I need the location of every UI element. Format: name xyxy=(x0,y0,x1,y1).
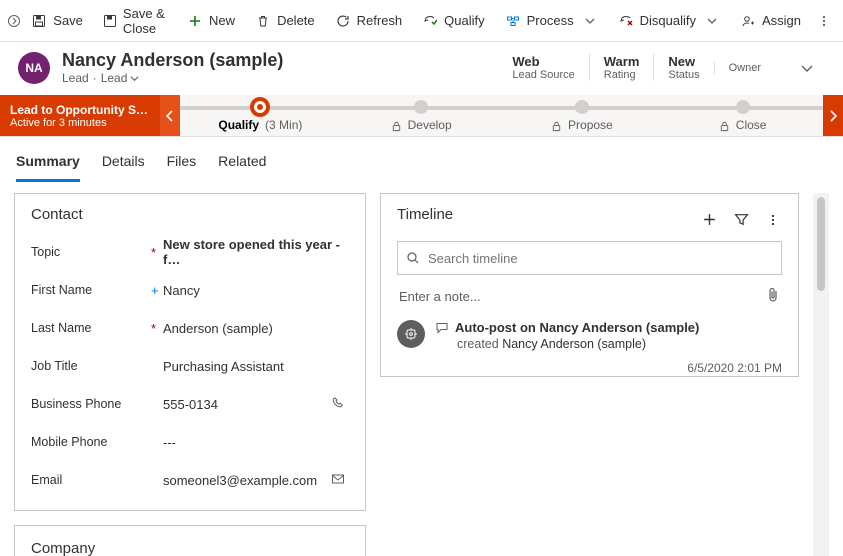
timeline-section: Timeline Enter a note... Auto-post on Na… xyxy=(380,193,799,377)
timeline-filter-button[interactable] xyxy=(732,211,750,229)
overflow-button[interactable] xyxy=(811,8,837,34)
mail-icon[interactable] xyxy=(331,472,349,489)
phone-icon[interactable] xyxy=(331,396,349,413)
record-subtitle: Lead · Lead xyxy=(62,71,283,85)
form-body: Contact Topic * New store opened this ye… xyxy=(0,183,843,556)
field-mobile-phone[interactable]: Mobile Phone --- xyxy=(31,423,349,461)
header-stats: WebLead Source WarmRating NewStatus Owne… xyxy=(498,54,775,81)
tab-related[interactable]: Related xyxy=(218,147,266,182)
chevron-down-icon xyxy=(704,13,720,29)
command-bar: Save Save & Close New Delete Refresh Qua… xyxy=(0,0,843,42)
refresh-icon xyxy=(335,13,351,29)
save-label: Save xyxy=(53,13,83,28)
assign-icon xyxy=(740,13,756,29)
timeline-item-title: Auto-post on Nancy Anderson (sample) xyxy=(455,320,699,335)
form-selector[interactable]: Lead xyxy=(101,71,140,85)
new-label: New xyxy=(209,13,235,28)
disqualify-button[interactable]: Disqualify xyxy=(608,7,730,35)
header-expand-button[interactable] xyxy=(787,61,827,75)
scrollbar-thumb[interactable] xyxy=(817,197,825,291)
tab-files[interactable]: Files xyxy=(167,147,197,182)
field-job-title[interactable]: Job Title Purchasing Assistant xyxy=(31,347,349,385)
stat-lead-source: WebLead Source xyxy=(498,54,588,81)
save-close-button[interactable]: Save & Close xyxy=(93,0,177,42)
form-tabs: Summary Details Files Related xyxy=(0,137,843,183)
trash-icon xyxy=(255,13,271,29)
process-button[interactable]: Process xyxy=(495,7,608,35)
timeline-more-button[interactable] xyxy=(764,211,782,229)
timeline-item[interactable]: Auto-post on Nancy Anderson (sample) cre… xyxy=(397,320,782,375)
bpf-stage-develop[interactable]: Develop xyxy=(341,95,502,136)
stat-status: NewStatus xyxy=(653,54,713,81)
tab-details[interactable]: Details xyxy=(102,147,145,182)
save-icon xyxy=(31,13,47,29)
lock-icon xyxy=(551,121,562,132)
tab-summary[interactable]: Summary xyxy=(16,147,80,182)
refresh-label: Refresh xyxy=(357,13,403,28)
entity-label: Lead xyxy=(62,71,89,85)
timeline-note-input[interactable]: Enter a note... xyxy=(397,281,782,320)
comment-icon xyxy=(435,321,449,335)
qualify-button[interactable]: Qualify xyxy=(412,7,494,35)
lock-icon xyxy=(719,121,730,132)
delete-button[interactable]: Delete xyxy=(245,7,325,35)
chevron-down-icon xyxy=(582,13,598,29)
bpf-prev-button[interactable] xyxy=(160,95,180,136)
timeline-heading: Timeline xyxy=(397,206,700,223)
stat-rating: WarmRating xyxy=(589,54,654,81)
field-first-name[interactable]: First Name + Nancy xyxy=(31,271,349,309)
process-label: Process xyxy=(527,13,574,28)
process-icon xyxy=(505,13,521,29)
field-topic[interactable]: Topic * New store opened this year - f… xyxy=(31,233,349,271)
back-icon[interactable] xyxy=(6,14,21,28)
plus-icon xyxy=(187,13,203,29)
bpf-info[interactable]: Lead to Opportunity Sale… Active for 3 m… xyxy=(0,95,160,136)
assign-label: Assign xyxy=(762,13,801,28)
field-business-phone[interactable]: Business Phone 555-0134 xyxy=(31,385,349,423)
save-button[interactable]: Save xyxy=(21,7,93,35)
bpf-name: Lead to Opportunity Sale… xyxy=(10,103,150,117)
disqualify-label: Disqualify xyxy=(640,13,696,28)
record-header: NA Nancy Anderson (sample) Lead · Lead W… xyxy=(0,42,843,95)
business-process-flow: Lead to Opportunity Sale… Active for 3 m… xyxy=(0,95,843,137)
bpf-duration: Active for 3 minutes xyxy=(10,117,150,129)
qualify-label: Qualify xyxy=(444,13,484,28)
contact-section: Contact Topic * New store opened this ye… xyxy=(14,193,366,511)
bpf-next-button[interactable] xyxy=(823,95,843,136)
timeline-search-input[interactable] xyxy=(428,251,773,266)
bpf-stage-propose[interactable]: Propose xyxy=(502,95,663,136)
avatar: NA xyxy=(18,52,50,84)
company-section: Company xyxy=(14,525,366,556)
save-close-label: Save & Close xyxy=(123,6,167,36)
lock-icon xyxy=(391,121,402,132)
search-icon xyxy=(406,251,420,265)
stat-owner: Owner xyxy=(714,62,775,74)
attachment-icon[interactable] xyxy=(766,287,780,306)
disqualify-icon xyxy=(618,13,634,29)
contact-heading: Contact xyxy=(31,206,349,223)
field-email[interactable]: Email someonel3@example.com xyxy=(31,461,349,499)
company-heading: Company xyxy=(31,540,349,556)
timeline-item-time: 6/5/2020 2:01 PM xyxy=(435,361,782,375)
bpf-stage-qualify[interactable]: Qualify (3 Min) xyxy=(180,95,341,136)
new-button[interactable]: New xyxy=(177,7,245,35)
bpf-stage-close[interactable]: Close xyxy=(662,95,823,136)
record-title: Nancy Anderson (sample) xyxy=(62,50,283,71)
qualify-icon xyxy=(422,13,438,29)
refresh-button[interactable]: Refresh xyxy=(325,7,413,35)
field-last-name[interactable]: Last Name * Anderson (sample) xyxy=(31,309,349,347)
scrollbar[interactable] xyxy=(813,193,829,556)
timeline-search[interactable] xyxy=(397,241,782,275)
save-close-icon xyxy=(103,13,117,29)
delete-label: Delete xyxy=(277,13,315,28)
autopost-icon xyxy=(397,320,425,348)
timeline-add-button[interactable] xyxy=(700,211,718,229)
assign-button[interactable]: Assign xyxy=(730,7,811,35)
